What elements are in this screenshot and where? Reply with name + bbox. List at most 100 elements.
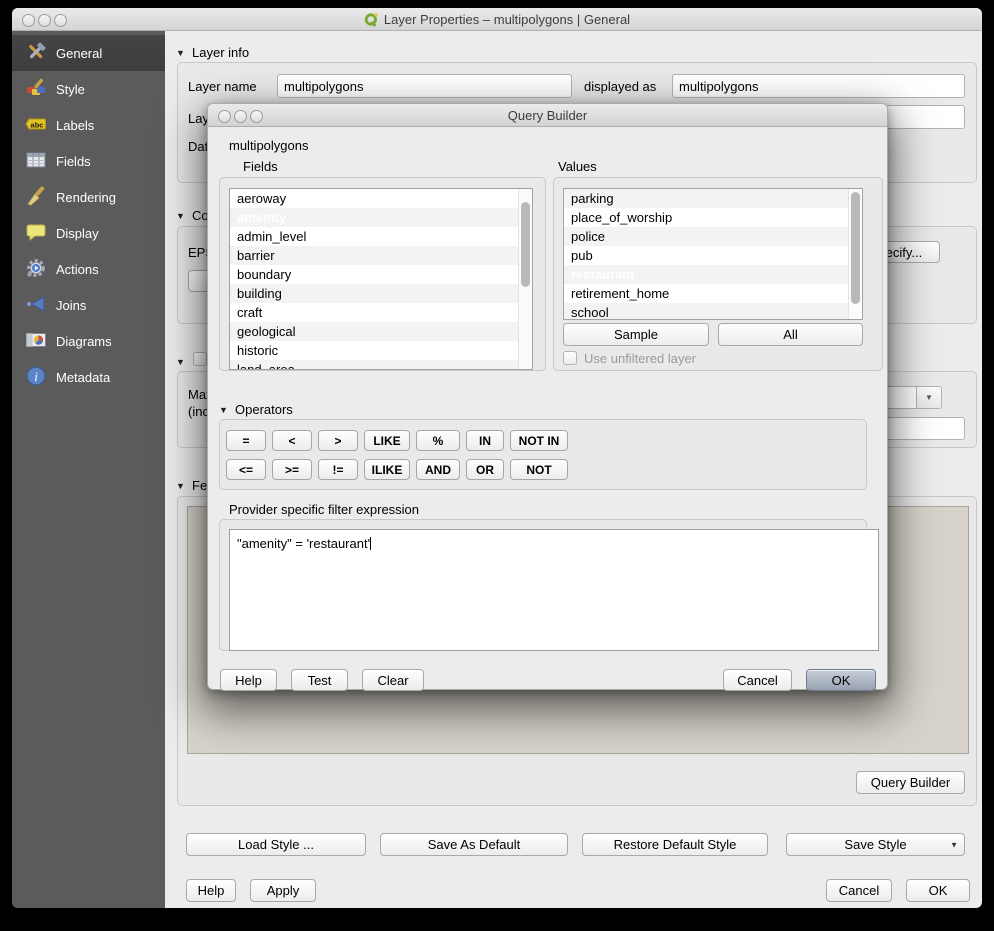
- value-item-retirement-home[interactable]: retirement_home: [564, 284, 849, 303]
- value-item-restaurant[interactable]: restaurant: [564, 265, 849, 284]
- fields-scrollbar-thumb[interactable]: [521, 202, 530, 287]
- value-item-pub[interactable]: pub: [564, 246, 849, 265]
- crs-disclosure-icon[interactable]: ▼: [176, 209, 185, 223]
- sidebar-item-label: Joins: [56, 298, 86, 313]
- svg-text:abc: abc: [31, 120, 44, 129]
- dialog-close-button[interactable]: [218, 110, 231, 123]
- ok-button[interactable]: OK: [906, 879, 970, 902]
- field-item-aeroway[interactable]: aeroway: [230, 189, 519, 208]
- sample-button[interactable]: Sample: [563, 323, 709, 346]
- operators-disclosure-icon[interactable]: ▼: [219, 403, 228, 417]
- displayed-as-input[interactable]: [672, 74, 965, 98]
- dialog-titlebar: Query Builder: [208, 104, 887, 127]
- operator-button--[interactable]: >=: [272, 459, 312, 480]
- sidebar-item-fields[interactable]: Fields: [12, 143, 165, 179]
- join-arrow-icon: [25, 293, 47, 318]
- field-item-amenity[interactable]: amenity: [230, 208, 519, 227]
- dialog-zoom-button[interactable]: [250, 110, 263, 123]
- operator-button-like[interactable]: LIKE: [364, 430, 410, 451]
- restore-default-style-button[interactable]: Restore Default Style: [582, 833, 768, 856]
- help-button[interactable]: Help: [186, 879, 236, 902]
- operators-row-1: = < > LIKE% IN NOT IN: [226, 430, 568, 451]
- cancel-button[interactable]: Cancel: [826, 879, 892, 902]
- operator-button--[interactable]: <=: [226, 459, 266, 480]
- window-titlebar: Layer Properties – multipolygons | Gener…: [12, 8, 982, 31]
- sidebar-item-diagrams[interactable]: Diagrams: [12, 323, 165, 359]
- field-item-land-area[interactable]: land_area: [230, 360, 519, 369]
- fields-scrollbar[interactable]: [518, 189, 532, 369]
- all-button[interactable]: All: [718, 323, 863, 346]
- sidebar-item-metadata[interactable]: i Metadata: [12, 359, 165, 395]
- window-zoom-button[interactable]: [54, 14, 67, 27]
- values-scrollbar[interactable]: [848, 189, 862, 319]
- sidebar-item-label: Metadata: [56, 370, 110, 385]
- field-item-craft[interactable]: craft: [230, 303, 519, 322]
- value-item-parking[interactable]: parking: [564, 189, 849, 208]
- query-builder-button[interactable]: Query Builder: [856, 771, 965, 794]
- field-item-building[interactable]: building: [230, 284, 519, 303]
- operator-button-and[interactable]: AND: [416, 459, 460, 480]
- feature-subset-disclosure-icon[interactable]: ▼: [176, 479, 185, 493]
- value-item-police[interactable]: police: [564, 227, 849, 246]
- sidebar-item-label: General: [56, 46, 102, 61]
- values-scrollbar-thumb[interactable]: [851, 192, 860, 304]
- data-label-clipped: Dat: [188, 139, 208, 154]
- sidebar-item-joins[interactable]: Joins: [12, 287, 165, 323]
- value-item-school[interactable]: school: [564, 303, 849, 319]
- load-style-button[interactable]: Load Style ...: [186, 833, 366, 856]
- filter-expression-label: Provider specific filter expression: [229, 502, 419, 517]
- filter-expression-textarea[interactable]: "amenity" = 'restaurant': [229, 529, 879, 651]
- sidebar-item-actions[interactable]: Actions: [12, 251, 165, 287]
- qb-clear-button[interactable]: Clear: [362, 669, 424, 691]
- qb-cancel-button[interactable]: Cancel: [723, 669, 792, 691]
- fields-list[interactable]: aerowayamenityadmin_levelbarrierboundary…: [229, 188, 533, 370]
- layer-info-disclosure-icon[interactable]: ▼: [176, 46, 185, 60]
- qb-ok-button[interactable]: OK: [806, 669, 876, 691]
- field-item-admin-level[interactable]: admin_level: [230, 227, 519, 246]
- sidebar-item-label: Display: [56, 226, 99, 241]
- field-item-geological[interactable]: geological: [230, 322, 519, 341]
- svg-text:i: i: [34, 368, 38, 383]
- value-item-place-of-worship[interactable]: place_of_worship: [564, 208, 849, 227]
- operator-button-ilike[interactable]: ILIKE: [364, 459, 410, 480]
- sidebar: General Style abc Labels Fields Renderin…: [12, 31, 165, 908]
- operator-button--[interactable]: >: [318, 430, 358, 451]
- dialog-minimize-button[interactable]: [234, 110, 247, 123]
- save-as-default-button[interactable]: Save As Default: [380, 833, 568, 856]
- sidebar-item-rendering[interactable]: Rendering: [12, 179, 165, 215]
- speech-bubble-icon: [25, 221, 47, 246]
- operator-button-not-in[interactable]: NOT IN: [510, 430, 568, 451]
- qgis-logo-icon: [364, 12, 379, 27]
- layer-name-input[interactable]: [277, 74, 572, 98]
- layer-source-label-clipped: Lay: [188, 111, 209, 126]
- visibility-checkbox[interactable]: [193, 352, 207, 366]
- qb-test-button[interactable]: Test: [291, 669, 348, 691]
- tools-icon: [25, 41, 47, 66]
- save-style-dropdown-button[interactable]: Save Style▼: [786, 833, 965, 856]
- qb-help-button[interactable]: Help: [220, 669, 277, 691]
- sidebar-item-labels[interactable]: abc Labels: [12, 107, 165, 143]
- visibility-disclosure-icon[interactable]: ▼: [176, 355, 185, 369]
- operator-button-or[interactable]: OR: [466, 459, 504, 480]
- sidebar-item-label: Style: [56, 82, 85, 97]
- use-unfiltered-checkbox[interactable]: [563, 351, 577, 365]
- field-item-historic[interactable]: historic: [230, 341, 519, 360]
- window-close-button[interactable]: [22, 14, 35, 27]
- operator-button--[interactable]: =: [226, 430, 266, 451]
- sidebar-item-style[interactable]: Style: [12, 71, 165, 107]
- window-title: Layer Properties – multipolygons | Gener…: [384, 12, 630, 27]
- operator-button-not[interactable]: NOT: [510, 459, 568, 480]
- field-item-barrier[interactable]: barrier: [230, 246, 519, 265]
- apply-button[interactable]: Apply: [250, 879, 316, 902]
- operator-button-in[interactable]: IN: [466, 430, 504, 451]
- sidebar-item-label: Rendering: [56, 190, 116, 205]
- window-minimize-button[interactable]: [38, 14, 51, 27]
- field-item-boundary[interactable]: boundary: [230, 265, 519, 284]
- values-list[interactable]: parkingplace_of_worshippolicepubrestaura…: [563, 188, 863, 320]
- sidebar-item-display[interactable]: Display: [12, 215, 165, 251]
- sidebar-item-general[interactable]: General: [12, 35, 165, 71]
- operator-button--[interactable]: <: [272, 430, 312, 451]
- operator-button--[interactable]: !=: [318, 459, 358, 480]
- diagram-icon: [25, 329, 47, 354]
- operator-button--[interactable]: %: [416, 430, 460, 451]
